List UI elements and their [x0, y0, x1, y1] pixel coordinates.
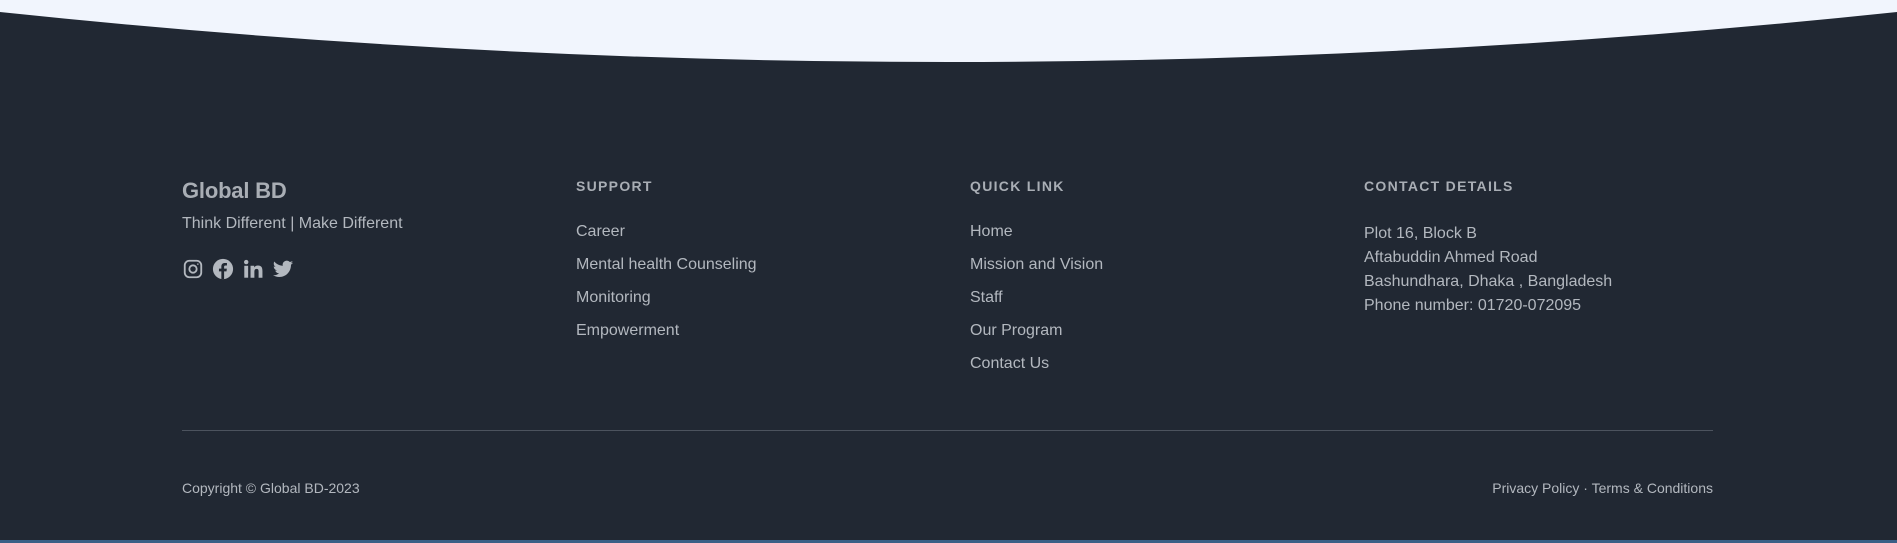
- contact-address: Plot 16, Block B Aftabuddin Ahmed Road B…: [1364, 222, 1612, 318]
- footer-page: Global BD Think Different | Make Differe…: [0, 0, 1897, 543]
- terms-and-conditions-link[interactable]: Terms & Conditions: [1592, 480, 1713, 496]
- quick-link-home[interactable]: Home: [970, 222, 1103, 242]
- contact-phone: Phone number: 01720-072095: [1364, 297, 1582, 314]
- quick-link-list: Home Mission and Vision Staff Our Progra…: [970, 222, 1103, 374]
- contact-line: Bashundhara, Dhaka , Bangladesh: [1364, 273, 1613, 290]
- footer-divider: [182, 430, 1713, 431]
- instagram-icon[interactable]: [182, 258, 204, 280]
- top-wave-shape: [0, 0, 1897, 62]
- support-list: Career Mental health Counseling Monitori…: [576, 222, 757, 341]
- twitter-icon[interactable]: [272, 258, 294, 280]
- brand-name: Global BD: [182, 178, 287, 203]
- facebook-icon[interactable]: [212, 258, 234, 280]
- support-link-mental-health-counseling[interactable]: Mental health Counseling: [576, 255, 757, 275]
- legal-separator: ·: [1583, 480, 1588, 496]
- quick-link-contact-us[interactable]: Contact Us: [970, 354, 1103, 374]
- support-link-empowerment[interactable]: Empowerment: [576, 321, 757, 341]
- legal-links: Privacy Policy · Terms & Conditions: [1492, 480, 1713, 496]
- contact-line: Aftabuddin Ahmed Road: [1364, 249, 1538, 266]
- quick-link-staff[interactable]: Staff: [970, 288, 1103, 308]
- quick-link-column: QUICK LINK Home Mission and Vision Staff…: [970, 176, 1103, 387]
- copyright-text: Copyright © Global BD-2023: [182, 480, 360, 496]
- quick-link-our-program[interactable]: Our Program: [970, 321, 1103, 341]
- contact-column: CONTACT DETAILS Plot 16, Block B Aftabud…: [1364, 176, 1612, 318]
- brand-tagline: Think Different | Make Different: [182, 215, 403, 232]
- support-heading: SUPPORT: [576, 178, 653, 194]
- social-links: [182, 258, 294, 280]
- support-link-monitoring[interactable]: Monitoring: [576, 288, 757, 308]
- contact-heading: CONTACT DETAILS: [1364, 178, 1514, 194]
- quick-link-mission-and-vision[interactable]: Mission and Vision: [970, 255, 1103, 275]
- contact-line: Plot 16, Block B: [1364, 225, 1477, 242]
- support-link-career[interactable]: Career: [576, 222, 757, 242]
- privacy-policy-link[interactable]: Privacy Policy: [1492, 480, 1579, 496]
- quick-link-heading: QUICK LINK: [970, 178, 1065, 194]
- support-column: SUPPORT Career Mental health Counseling …: [576, 176, 757, 354]
- linkedin-icon[interactable]: [242, 258, 264, 280]
